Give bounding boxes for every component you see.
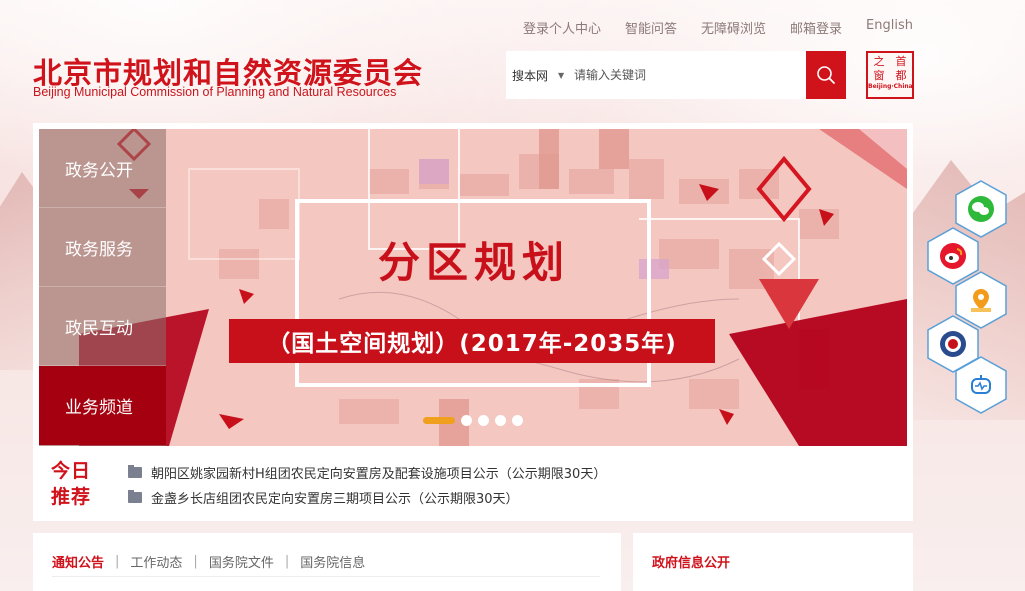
banner-carousel[interactable]: 政务公开 政务服务 政民互动 业务频道 分区规划 （国土空间规划）(2017年-… (39, 129, 907, 446)
robot-button[interactable] (953, 355, 1009, 415)
site-logo-subtitle: Beijing Municipal Commission of Planning… (33, 85, 397, 99)
login-link[interactable]: 登录个人中心 (523, 18, 601, 37)
recommend-item[interactable]: 朝阳区姚家园新村H组团农民定向安置房及配套设施项目公示（公示期限30天） (128, 460, 606, 485)
search-bar: 搜本网 ▼ (506, 51, 846, 99)
carousel-dot[interactable] (478, 415, 489, 426)
seal-char: 之 (873, 55, 885, 68)
today-label-line2: 推荐 (51, 486, 92, 508)
tab-divider: | (115, 554, 120, 569)
emblem-icon (940, 331, 966, 357)
tab-underline (52, 576, 600, 577)
recommend-item-text: 朝阳区姚家园新村H组团农民定向安置房及配套设施项目公示（公示期限30天） (151, 467, 607, 482)
main-card: 政务公开 政务服务 政民互动 业务频道 分区规划 （国土空间规划）(2017年-… (33, 123, 913, 521)
banner-subtitle: （国土空间规划）(2017年-2035年) (229, 319, 715, 363)
tab-divider: | (284, 554, 290, 569)
seal-char: 都 (895, 69, 907, 82)
tab-notices[interactable]: 通知公告 (52, 552, 104, 571)
smart-qa-link[interactable]: 智能问答 (625, 18, 677, 37)
today-label-line1: 今日 (51, 460, 92, 482)
seal-char: 窗 (873, 69, 885, 82)
caret-down-icon: ▼ (558, 70, 565, 80)
map-location-icon (971, 289, 991, 312)
accessibility-link[interactable]: 无障碍浏览 (701, 18, 766, 37)
folder-icon (128, 465, 142, 478)
notice-tabs: 通知公告 | 工作动态 | 国务院文件 | 国务院信息 (52, 552, 365, 571)
folder-icon (128, 490, 142, 503)
search-icon (817, 66, 835, 84)
robot-icon (971, 375, 991, 394)
seal-english: Beijing·China (868, 83, 913, 90)
tab-divider: | (193, 554, 198, 569)
top-links: 登录个人中心 智能问答 无障碍浏览 邮箱登录 English (523, 18, 913, 37)
tab-state-council-info[interactable]: 国务院信息 (300, 552, 365, 571)
english-link[interactable]: English (866, 18, 913, 37)
recommend-list: 朝阳区姚家园新村H组团农民定向安置房及配套设施项目公示（公示期限30天） 金盏乡… (128, 460, 606, 510)
tab-state-council-docs[interactable]: 国务院文件 (209, 552, 274, 571)
carousel-dots (423, 415, 523, 426)
mail-login-link[interactable]: 邮箱登录 (790, 18, 842, 37)
today-recommend-label: 今日 推荐 (51, 458, 91, 510)
wechat-icon (968, 196, 994, 222)
seal-char: 首 (895, 55, 907, 68)
search-button[interactable] (806, 51, 846, 99)
carousel-dot[interactable] (423, 417, 455, 424)
capital-window-seal[interactable]: 之 首 窗 都 Beijing·China (866, 51, 914, 99)
carousel-dot[interactable] (495, 415, 506, 426)
tab-work-updates[interactable]: 工作动态 (130, 552, 182, 571)
nav-item-gov-affairs-open[interactable]: 政务公开 (39, 129, 166, 208)
nav-item-business-channel[interactable]: 业务频道 (39, 366, 166, 445)
nav-item-gov-services[interactable]: 政务服务 (39, 208, 166, 287)
banner-title: 分区规划 (377, 238, 570, 287)
carousel-dot[interactable] (461, 415, 472, 426)
nav-item-public-interaction[interactable]: 政民互动 (39, 287, 166, 366)
search-scope-label: 搜本网 (512, 68, 549, 83)
gov-info-panel: 政府信息公开 (633, 533, 913, 591)
notice-panel: 通知公告 | 工作动态 | 国务院文件 | 国务院信息 (33, 533, 621, 591)
carousel-dot[interactable] (512, 415, 523, 426)
search-input[interactable] (574, 51, 806, 99)
recommend-item[interactable]: 金盏乡长店组团农民定向安置房三期项目公示（公示期限30天） (128, 485, 606, 510)
search-scope-select[interactable]: 搜本网 ▼ (506, 67, 574, 84)
recommend-item-text: 金盏乡长店组团农民定向安置房三期项目公示（公示期限30天） (151, 492, 519, 507)
main-nav: 政务公开 政务服务 政民互动 业务频道 (39, 129, 166, 446)
weibo-icon (940, 243, 966, 269)
gov-info-title[interactable]: 政府信息公开 (652, 552, 730, 571)
